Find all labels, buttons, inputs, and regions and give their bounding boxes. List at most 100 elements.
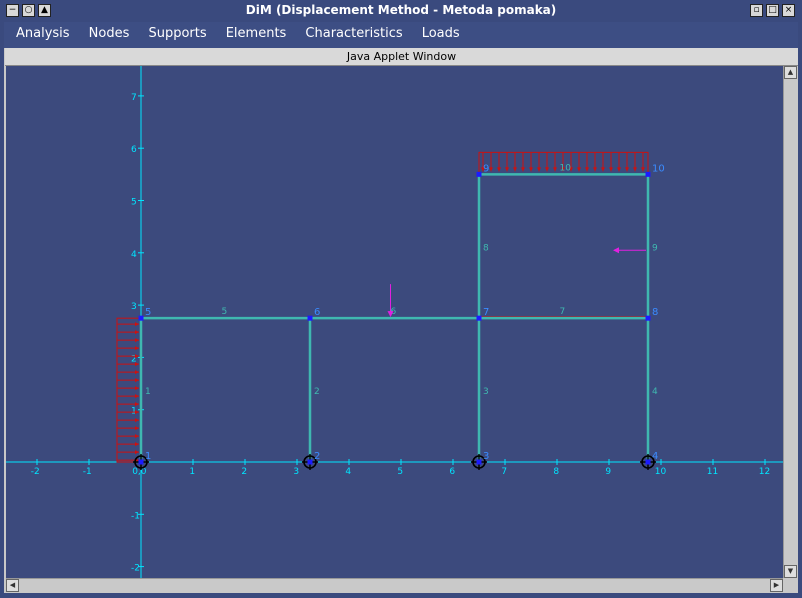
node-label: 4 <box>652 451 658 462</box>
distributed-load-arrowhead <box>135 450 139 455</box>
window-title: DiM (Displacement Method - Metoda pomaka… <box>245 3 557 17</box>
distributed-load-arrowhead <box>529 167 533 172</box>
x-tick-label: 11 <box>707 467 718 477</box>
x-tick-label: 7 <box>501 467 507 477</box>
x-tick-label: 12 <box>759 467 770 477</box>
distributed-load-arrowhead <box>135 394 139 399</box>
distributed-load-arrowhead <box>489 167 493 172</box>
menu-nodes[interactable]: Nodes <box>82 22 137 48</box>
element-label: 3 <box>483 387 489 397</box>
scroll-down-icon[interactable]: ▼ <box>784 565 797 578</box>
distributed-load-arrowhead <box>135 402 139 407</box>
distributed-load-arrowhead <box>553 167 557 172</box>
minimize-icon[interactable]: ▫ <box>750 4 763 17</box>
distributed-load-arrowhead <box>521 167 525 172</box>
y-tick-label: 4 <box>131 250 137 260</box>
distributed-load-arrowhead <box>135 378 139 383</box>
x-tick-label: 6 <box>449 467 455 477</box>
node-label: 6 <box>314 307 320 318</box>
node-8 <box>645 315 651 321</box>
node-label: 8 <box>652 307 658 318</box>
drawing-canvas[interactable]: -2-10,0123456789101112-2-112345671234567… <box>6 66 783 578</box>
distributed-load-arrowhead <box>135 410 139 415</box>
distributed-load-arrowhead <box>135 322 139 327</box>
distributed-load-arrowhead <box>577 167 581 172</box>
x-tick-label: 2 <box>241 467 247 477</box>
element-label: 10 <box>560 163 572 173</box>
distributed-load-arrowhead <box>633 167 637 172</box>
distributed-load-arrowhead <box>537 167 541 172</box>
node-label: 1 <box>145 451 151 462</box>
x-tick-label: 1 <box>189 467 195 477</box>
applet-window-label: Java Applet Window <box>5 48 798 66</box>
title-bar[interactable]: − ○ ▲ DiM (Displacement Method - Metoda … <box>0 0 802 22</box>
distributed-load-arrowhead <box>585 167 589 172</box>
menu-bar: Analysis Nodes Supports Elements Charact… <box>4 22 798 48</box>
node-6 <box>307 315 313 321</box>
node-label: 9 <box>483 163 489 174</box>
menu-loads[interactable]: Loads <box>415 22 467 48</box>
y-tick-label: -2 <box>131 564 140 574</box>
distributed-load-arrowhead <box>135 370 139 375</box>
horizontal-scrollbar[interactable]: ◀ ▶ <box>6 578 783 593</box>
distributed-load-arrowhead <box>593 167 597 172</box>
distributed-load-arrowhead <box>135 346 139 351</box>
node-7 <box>476 315 482 321</box>
window-frame-bottom <box>0 593 802 598</box>
y-tick-label: -1 <box>131 511 140 521</box>
node-3 <box>476 459 482 465</box>
x-tick-label: 4 <box>345 467 351 477</box>
x-tick-label: -2 <box>31 467 40 477</box>
distributed-load-arrowhead <box>545 167 549 172</box>
node-label: 5 <box>145 307 151 318</box>
x-tick-label: -1 <box>83 467 92 477</box>
distributed-load-arrowhead <box>497 167 501 172</box>
distributed-load-arrowhead <box>135 426 139 431</box>
menu-characteristics[interactable]: Characteristics <box>298 22 409 48</box>
y-tick-label: 7 <box>131 93 137 103</box>
node-2 <box>307 459 313 465</box>
window-frame-right <box>798 22 802 598</box>
vertical-scrollbar[interactable]: ▲ ▼ <box>783 66 798 578</box>
point-load-arrowhead <box>613 247 619 254</box>
menu-supports[interactable]: Supports <box>141 22 213 48</box>
distributed-load-arrowhead <box>135 386 139 391</box>
node-4 <box>645 459 651 465</box>
element-label: 9 <box>652 243 658 253</box>
y-tick-label: 5 <box>131 198 137 208</box>
scroll-corner <box>783 578 798 593</box>
distributed-load-arrowhead <box>617 167 621 172</box>
node-5 <box>138 315 144 321</box>
element-label: 1 <box>145 387 151 397</box>
maximize-icon[interactable]: □ <box>766 4 779 17</box>
menu-elements[interactable]: Elements <box>219 22 294 48</box>
menu-analysis[interactable]: Analysis <box>4 22 77 48</box>
node-10 <box>645 171 651 177</box>
window-frame-left <box>0 22 4 598</box>
x-tick-label: 10 <box>655 467 667 477</box>
element-label: 8 <box>483 243 489 253</box>
distributed-load-arrowhead <box>641 167 645 172</box>
distributed-load-arrowhead <box>601 167 605 172</box>
node-label: 2 <box>314 451 320 462</box>
distributed-load-arrowhead <box>135 434 139 439</box>
distributed-load-arrowhead <box>135 418 139 423</box>
scroll-right-icon[interactable]: ▶ <box>770 579 783 592</box>
node-1 <box>138 459 144 465</box>
node-9 <box>476 171 482 177</box>
element-label: 2 <box>314 387 320 397</box>
x-tick-label: 9 <box>605 467 611 477</box>
distributed-load-arrowhead <box>135 330 139 335</box>
scroll-left-icon[interactable]: ◀ <box>6 579 19 592</box>
node-label: 10 <box>652 163 665 174</box>
distributed-load-arrowhead <box>505 167 509 172</box>
distributed-load-arrowhead <box>135 338 139 343</box>
distributed-load-arrowhead <box>135 362 139 367</box>
distributed-load-arrowhead <box>625 167 629 172</box>
node-label: 7 <box>483 307 489 318</box>
y-tick-label: 3 <box>131 302 137 312</box>
structure-plot[interactable]: -2-10,0123456789101112-2-112345671234567… <box>6 66 783 578</box>
scroll-up-icon[interactable]: ▲ <box>784 66 797 79</box>
y-tick-label: 6 <box>131 145 137 155</box>
close-icon[interactable]: × <box>782 4 795 17</box>
